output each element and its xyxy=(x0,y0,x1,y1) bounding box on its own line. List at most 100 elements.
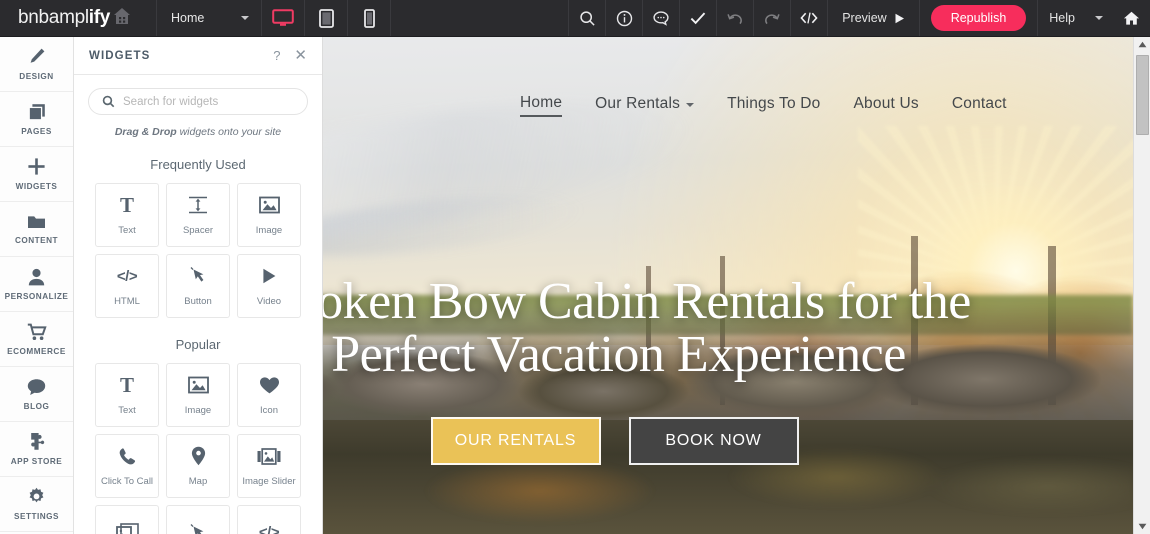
widget-card-label: HTML xyxy=(114,296,140,307)
search-button[interactable] xyxy=(568,0,605,36)
cart-icon xyxy=(27,323,47,340)
scrollbar-thumb[interactable] xyxy=(1136,55,1149,135)
help-menu[interactable]: Help xyxy=(1037,0,1112,36)
text-icon: T xyxy=(119,372,134,397)
tablet-icon xyxy=(318,8,334,28)
widget-card-image-slider[interactable]: Image Slider xyxy=(237,434,301,498)
sidebar-item-personalize[interactable]: PERSONALIZE xyxy=(0,257,73,312)
home-icon xyxy=(1123,11,1139,25)
book-now-button[interactable]: BOOK NOW xyxy=(628,417,799,465)
sidebar-item-settings[interactable]: SETTINGS xyxy=(0,477,73,532)
left-sidebar: DESIGN PAGES WIDGETS CONTENT PERSONALIZE… xyxy=(0,37,74,534)
widget-card-label: Image Slider xyxy=(242,476,296,487)
sidebar-item-ecommerce[interactable]: ECOMMERCE xyxy=(0,312,73,367)
device-mobile-button[interactable] xyxy=(348,0,391,36)
info-button[interactable] xyxy=(605,0,642,36)
desktop-icon xyxy=(272,9,294,26)
button-pointer-icon xyxy=(188,522,208,534)
canvas-scrollbar[interactable] xyxy=(1133,37,1150,534)
preview-button[interactable]: Preview xyxy=(827,0,920,36)
approve-check-button[interactable] xyxy=(679,0,716,36)
redo-button[interactable] xyxy=(753,0,790,36)
widget-card-text[interactable]: T Text xyxy=(95,183,159,247)
widget-card-button[interactable]: Button xyxy=(166,254,230,318)
home-button[interactable] xyxy=(1112,0,1150,36)
scroll-down-arrow[interactable] xyxy=(1134,519,1150,534)
device-desktop-button[interactable] xyxy=(262,0,305,36)
chat-bubble-icon xyxy=(27,378,46,395)
site-nav-our-rentals[interactable]: Our Rentals xyxy=(595,95,695,116)
site-nav-things-to-do[interactable]: Things To Do xyxy=(727,95,820,116)
sidebar-item-label: DESIGN xyxy=(19,72,54,81)
person-icon xyxy=(28,268,45,285)
widget-card-video[interactable]: Video xyxy=(237,254,301,318)
sidebar-item-label: ECOMMERCE xyxy=(7,346,66,356)
drag-drop-hint-rest: widgets onto your site xyxy=(176,126,282,138)
puzzle-icon xyxy=(31,433,45,450)
image-icon xyxy=(258,194,280,216)
image-slider-icon xyxy=(257,445,281,467)
site-nav-about-us[interactable]: About Us xyxy=(854,95,919,116)
page-selector-value: Home xyxy=(171,11,205,25)
widget-card-spacer[interactable]: Spacer xyxy=(166,183,230,247)
widget-card-gallery[interactable] xyxy=(95,505,159,534)
sidebar-item-app-store[interactable]: APP STORE xyxy=(0,422,73,477)
widget-card-map[interactable]: Map xyxy=(166,434,230,498)
widget-card-label: Map xyxy=(188,476,208,487)
sidebar-item-label: CONTENT xyxy=(14,235,59,245)
help-icon[interactable]: ? xyxy=(273,48,280,63)
widget-card-label: Text xyxy=(118,405,136,416)
widgets-panel-title: WIDGETS xyxy=(89,49,151,62)
widget-card-text[interactable]: T Text xyxy=(95,363,159,427)
sidebar-item-label: PERSONALIZE xyxy=(4,291,69,301)
text-icon: T xyxy=(119,192,134,217)
widget-card-image[interactable]: Image xyxy=(166,363,230,427)
widget-card-click-to-call[interactable]: Click To Call xyxy=(95,434,159,498)
widget-search-input[interactable] xyxy=(123,95,294,108)
code-icon xyxy=(800,12,818,24)
widget-card-label: Video xyxy=(256,296,282,307)
widget-card-label: Image xyxy=(184,405,212,416)
site-nav-label: Home xyxy=(520,94,563,111)
republish-container: Republish xyxy=(920,0,1038,36)
phone-icon xyxy=(118,445,137,467)
widget-card-image[interactable]: Image xyxy=(237,183,301,247)
widget-search-box[interactable] xyxy=(88,88,308,115)
site-nav-home[interactable]: Home xyxy=(520,94,563,117)
site-nav-label: Our Rentals xyxy=(595,95,681,112)
help-label: Help xyxy=(1049,11,1075,25)
page-selector[interactable]: Home xyxy=(157,0,262,36)
brush-icon xyxy=(30,48,45,63)
widget-card-icon[interactable]: Icon xyxy=(237,363,301,427)
widgets-panel-header: WIDGETS ? ✕ xyxy=(74,37,322,75)
sidebar-item-design[interactable]: DESIGN xyxy=(0,37,73,92)
html-code-icon: </> xyxy=(258,524,280,534)
widget-card-html[interactable]: </> HTML xyxy=(95,254,159,318)
sidebar-item-pages[interactable]: PAGES xyxy=(0,92,73,147)
undo-button[interactable] xyxy=(716,0,753,36)
html-code-icon: </> xyxy=(116,267,138,285)
site-nav-contact[interactable]: Contact xyxy=(952,95,1007,116)
code-editor-button[interactable] xyxy=(790,0,827,36)
widget-card-button[interactable] xyxy=(166,505,230,534)
section-title-popular: Popular xyxy=(175,337,221,352)
sidebar-item-content[interactable]: CONTENT xyxy=(0,202,73,257)
caret-up-icon xyxy=(1138,41,1146,48)
close-icon[interactable]: ✕ xyxy=(294,48,307,63)
device-tablet-button[interactable] xyxy=(305,0,348,36)
scroll-up-arrow[interactable] xyxy=(1134,37,1150,52)
drag-drop-hint-bold: Drag & Drop xyxy=(114,126,177,138)
undo-icon xyxy=(727,14,743,25)
widget-card-html[interactable]: </> xyxy=(237,505,301,534)
sidebar-item-blog[interactable]: BLOG xyxy=(0,367,73,422)
republish-button[interactable]: Republish xyxy=(930,5,1027,31)
house-logo-icon xyxy=(111,6,133,31)
info-icon xyxy=(616,10,632,26)
sidebar-item-widgets[interactable]: WIDGETS xyxy=(0,147,73,202)
spacer-icon xyxy=(188,194,208,216)
plus-icon xyxy=(28,158,45,175)
our-rentals-button[interactable]: OUR RENTALS xyxy=(430,417,601,465)
site-nav-label: Contact xyxy=(951,95,1007,112)
comment-button[interactable] xyxy=(642,0,679,36)
app-logo[interactable]: bnbamplify xyxy=(0,0,157,36)
